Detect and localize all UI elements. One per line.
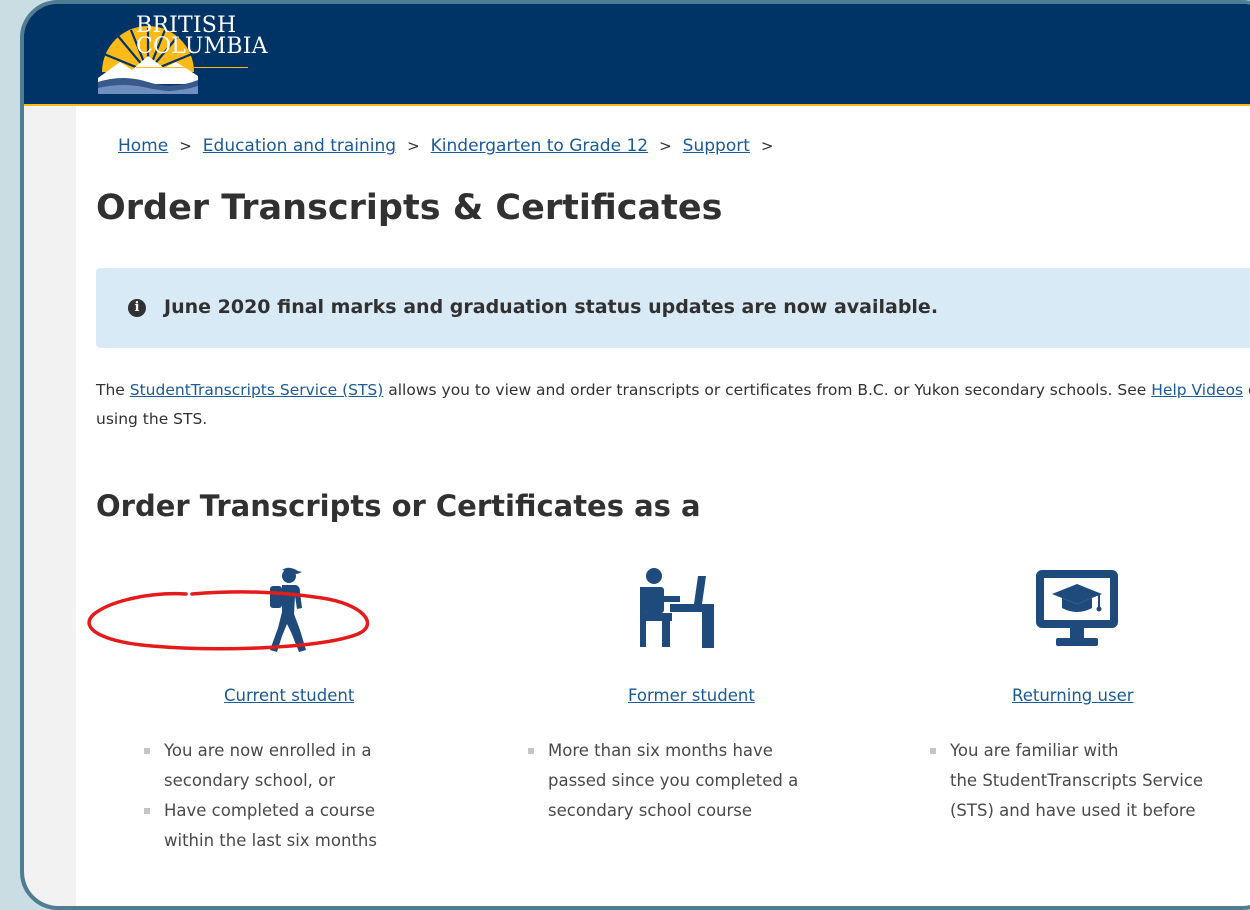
- list-item: You are familiar with: [930, 736, 1203, 766]
- intro-text: The: [96, 381, 130, 399]
- breadcrumb-separator: >: [659, 137, 672, 155]
- former-student-link[interactable]: Former student: [628, 686, 755, 705]
- alert-message: June 2020 final marks and graduation sta…: [164, 296, 939, 318]
- graduation-monitor-icon[interactable]: [1032, 566, 1122, 656]
- sts-link[interactable]: StudentTranscripts Service (STS): [130, 381, 384, 399]
- section-heading: Order Transcripts or Certificates as a: [96, 489, 701, 523]
- list-item: More than six months have: [528, 736, 798, 766]
- breadcrumb: Home > Education and training > Kindergarten…: [118, 136, 784, 156]
- intro-paragraph: The StudentTranscripts Service (STS) all…: [96, 376, 1250, 434]
- breadcrumb-separator: >: [407, 137, 420, 155]
- returning-user-link[interactable]: Returning user: [1012, 686, 1134, 705]
- current-student-link[interactable]: Current student: [224, 686, 354, 705]
- current-student-list: You are now enrolled in a secondary scho…: [144, 736, 377, 856]
- left-gutter: [24, 106, 76, 906]
- list-item-continued: the StudentTranscripts Service: [950, 771, 1204, 790]
- list-item-continued: (STS) and have used it before: [950, 801, 1196, 820]
- list-item: Have completed a course: [144, 796, 377, 826]
- desk-student-icon[interactable]: [632, 566, 722, 656]
- former-student-list: More than six months have passed since y…: [528, 736, 798, 826]
- breadcrumb-k12[interactable]: Kindergarten to Grade 12: [431, 136, 648, 156]
- breadcrumb-support[interactable]: Support: [683, 136, 750, 156]
- info-icon: i: [128, 299, 146, 317]
- site-header: BRITISH COLUMBIA: [24, 4, 1250, 106]
- list-item-continued: secondary school, or: [164, 771, 336, 790]
- intro-text: allows you to view and order transcripts…: [383, 381, 1152, 399]
- breadcrumb-separator: >: [179, 137, 192, 155]
- breadcrumb-education[interactable]: Education and training: [203, 136, 396, 156]
- list-item-continued: within the last six months: [164, 831, 377, 850]
- page-title: Order Transcripts & Certificates: [96, 188, 723, 228]
- list-item-continued: passed since you completed a: [548, 771, 799, 790]
- info-alert: i June 2020 final marks and graduation s…: [96, 268, 1250, 348]
- logo-wordmark[interactable]: BRITISH COLUMBIA: [136, 15, 268, 59]
- list-item-continued: secondary school course: [548, 801, 753, 820]
- help-videos-link[interactable]: Help Videos: [1151, 381, 1243, 399]
- browser-frame: BRITISH COLUMBIA Home > Education and trai…: [20, 0, 1250, 910]
- breadcrumb-separator: >: [760, 137, 774, 155]
- walking-student-icon[interactable]: [242, 566, 332, 656]
- list-item: You are now enrolled in a: [144, 736, 377, 766]
- logo-line2: COLUMBIA: [136, 34, 268, 59]
- returning-user-list: You are familiar with the StudentTranscr…: [930, 736, 1203, 826]
- main-content: Home > Education and training > Kindergarten…: [76, 106, 1250, 906]
- logo-underline: [136, 67, 248, 68]
- breadcrumb-home[interactable]: Home: [118, 136, 168, 156]
